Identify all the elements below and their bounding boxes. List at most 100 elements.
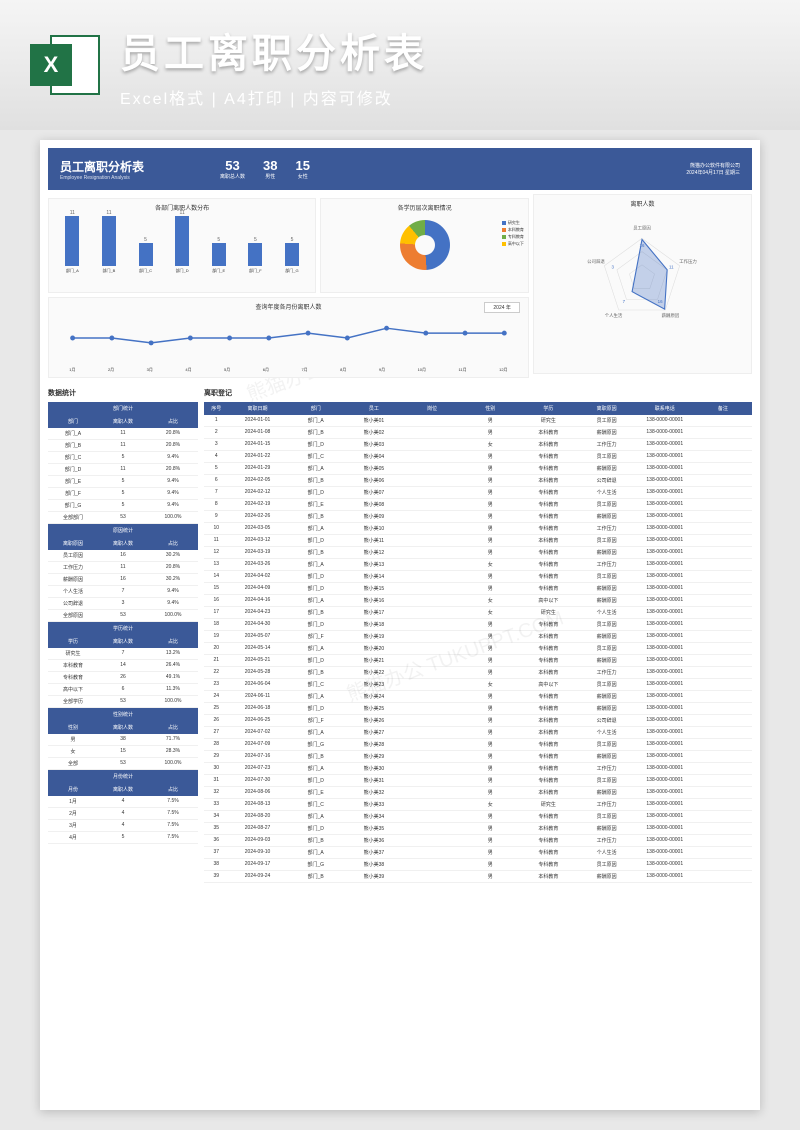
table-row: 322024-08-06部门_E熊小美32男本科教育薪酬原因138-0000-0…	[204, 787, 752, 799]
table-row: 部门_F59.4%	[48, 488, 198, 500]
bar: 11部门_B	[94, 210, 125, 274]
table-row: 202024-05-14部门_A熊小美20男专科教育员工原因138-0000-0…	[204, 643, 752, 655]
table-row: 332024-08-13部门_C熊小美33女研究生工作压力138-0000-00…	[204, 799, 752, 811]
table-row: 302024-07-23部门_A熊小美30男专科教育工作压力138-0000-0…	[204, 763, 752, 775]
table-row: 82024-02-19部门_E熊小美08男专科教育员工原因138-0000-00…	[204, 499, 752, 511]
bar-chart: 各部门离职人数分布 11部门_A11部门_B5部门_C11部门_D5部门_E5部…	[48, 198, 316, 293]
month-label: 2月	[108, 367, 114, 373]
table-row: 部门_A1120.8%	[48, 428, 198, 440]
legend-item: 本科教育	[502, 227, 524, 233]
table-row: 1月47.5%	[48, 796, 198, 808]
table-row: 部门_D1120.8%	[48, 464, 198, 476]
month-label: 9月	[379, 367, 385, 373]
bar: 5部门_G	[277, 237, 308, 274]
table-row: 女1528.3%	[48, 746, 198, 758]
table-row: 薪酬原因1630.2%	[48, 574, 198, 586]
resignation-log: 离职登记 序号离职日期部门员工岗位性别学历离职原因联系电话备注 12024-01…	[204, 384, 752, 883]
table-row: 42024-01-22部门_C熊小美04男专科教育员工原因138-0000-00…	[204, 451, 752, 463]
table-row: 232024-06-04部门_C熊小美23女高中以下员工原因138-0000-0…	[204, 679, 752, 691]
bar: 5部门_C	[130, 237, 161, 274]
svg-text:公司辞退: 公司辞退	[588, 258, 606, 265]
table-row: 352024-08-27部门_D熊小美35男本科教育薪酬原因138-0000-0…	[204, 823, 752, 835]
table-row: 282024-07-09部门_G熊小美28男专科教育员工原因138-0000-0…	[204, 739, 752, 751]
table-row: 372024-09-10部门_A熊小美37男专科教育个人生活138-0000-0…	[204, 847, 752, 859]
table-row: 392024-09-24部门_B熊小美39男本科教育薪酬原因138-0000-0…	[204, 871, 752, 883]
month-label: 7月	[301, 367, 307, 373]
table-row: 382024-09-17部门_G熊小美38男专科教育员工原因138-0000-0…	[204, 859, 752, 871]
chart-title: 查询年度各月份离职人数	[53, 302, 524, 311]
stat-item: 38男性	[263, 158, 277, 180]
table-row: 172024-04-23部门_B熊小美17女研究生个人生活138-0000-00…	[204, 607, 752, 619]
month-label: 8月	[340, 367, 346, 373]
radar-chart: 离职人数 员工原因16工作压力11薪酬原因16个人生活7公司辞退3	[533, 194, 752, 374]
table-row: 312024-07-30部门_D熊小美31男专科教育员工原因138-0000-0…	[204, 775, 752, 787]
stat-item: 53离职总人数	[220, 158, 245, 180]
table-row: 62024-02-05部门_B熊小美06男本科教育公司辞退138-0000-00…	[204, 475, 752, 487]
svg-text:7: 7	[623, 299, 626, 304]
table-row: 72024-02-12部门_D熊小美07男专科教育个人生活138-0000-00…	[204, 487, 752, 499]
section-title: 离职登记	[204, 388, 752, 398]
bar: 5部门_E	[203, 237, 234, 274]
table-row: 2月47.5%	[48, 808, 198, 820]
table-row: 142024-04-02部门_D熊小美14男专科教育员工原因138-0000-0…	[204, 571, 752, 583]
table-row: 162024-04-16部门_A熊小美16女高中以下薪酬原因138-0000-0…	[204, 595, 752, 607]
table-row: 部门_C59.4%	[48, 452, 198, 464]
table-row: 本科教育1426.4%	[48, 660, 198, 672]
table-row: 252024-06-18部门_D熊小美25男专科教育薪酬原因138-0000-0…	[204, 703, 752, 715]
month-label: 10月	[418, 367, 426, 373]
table-row: 122024-03-19部门_B熊小美12男专科教育薪酬原因138-0000-0…	[204, 547, 752, 559]
month-label: 11月	[458, 367, 466, 373]
excel-icon: X	[30, 30, 100, 100]
table-row: 男3871.7%	[48, 734, 198, 746]
svg-text:11: 11	[669, 264, 674, 269]
table-row: 152024-04-09部门_D熊小美15男专科教育薪酬原因138-0000-0…	[204, 583, 752, 595]
table-row: 全部53100.0%	[48, 758, 198, 770]
company-name: 熊猫办公软件有限公司	[686, 162, 740, 169]
bar: 11部门_A	[57, 210, 88, 274]
year-selector[interactable]: 2024 年	[484, 302, 520, 313]
stat-item: 15女性	[295, 158, 309, 180]
table-row: 公司辞退39.4%	[48, 598, 198, 610]
group-header: 性别统计	[48, 708, 198, 721]
legend-item: 专科教育	[502, 234, 524, 240]
group-header: 部门统计	[48, 402, 198, 415]
table-row: 342024-08-20部门_A熊小美34男专科教育员工原因138-0000-0…	[204, 811, 752, 823]
report-title: 员工离职分析表	[60, 158, 200, 175]
stat-group: 性别统计性别离职人数占比男3871.7%女1528.3%全部53100.0%	[48, 708, 198, 770]
table-row: 工作压力1120.8%	[48, 562, 198, 574]
table-row: 102024-03-05部门_A熊小美10男专科教育工作压力138-0000-0…	[204, 523, 752, 535]
svg-text:员工原因: 员工原因	[634, 226, 652, 232]
table-row: 112024-03-12部门_D熊小美11男本科教育员工原因138-0000-0…	[204, 535, 752, 547]
donut-chart: 各学历层次离职情况 研究生本科教育专科教育高中以下	[320, 198, 529, 293]
chart-title: 各学历层次离职情况	[325, 203, 524, 212]
stats-sidebar: 数据统计 部门统计部门离职人数占比部门_A1120.8%部门_B1120.8%部…	[48, 384, 198, 883]
svg-text:薪酬原因: 薪酬原因	[662, 312, 680, 319]
table-row: 4月57.5%	[48, 832, 198, 844]
bar: 5部门_F	[240, 237, 271, 274]
group-header: 原因统计	[48, 524, 198, 537]
month-label: 12月	[499, 367, 507, 373]
table-row: 专科教育2649.1%	[48, 672, 198, 684]
table-row: 研究生713.2%	[48, 648, 198, 660]
svg-text:工作压力: 工作压力	[680, 258, 698, 265]
section-title: 数据统计	[48, 388, 198, 398]
banner-title: 员工离职分析表	[120, 21, 428, 79]
legend-item: 研究生	[502, 220, 524, 226]
group-header: 月份统计	[48, 770, 198, 783]
stat-group: 月份统计月份离职人数占比1月47.5%2月47.5%3月47.5%4月57.5%	[48, 770, 198, 844]
svg-text:个人生活: 个人生活	[605, 312, 623, 319]
table-row: 全部原因53100.0%	[48, 610, 198, 622]
table-row: 272024-07-02部门_A熊小美27男本科教育个人生活138-0000-0…	[204, 727, 752, 739]
report-subtitle: Employee Resignation Analysis	[60, 175, 200, 181]
table-row: 32024-01-15部门_D熊小美03女本科教育工作压力138-0000-00…	[204, 439, 752, 451]
table-row: 高中以下611.3%	[48, 684, 198, 696]
legend-item: 高中以下	[502, 241, 524, 247]
table-row: 个人生活79.4%	[48, 586, 198, 598]
svg-text:16: 16	[640, 243, 645, 248]
stat-group: 学历统计学历离职人数占比研究生713.2%本科教育1426.4%专科教育2649…	[48, 622, 198, 708]
table-row: 部门_B1120.8%	[48, 440, 198, 452]
stat-group: 原因统计离职原因离职人数占比员工原因1630.2%工作压力1120.8%薪酬原因…	[48, 524, 198, 622]
month-label: 4月	[185, 367, 191, 373]
table-row: 全部部门53100.0%	[48, 512, 198, 524]
stat-group: 部门统计部门离职人数占比部门_A1120.8%部门_B1120.8%部门_C59…	[48, 402, 198, 524]
